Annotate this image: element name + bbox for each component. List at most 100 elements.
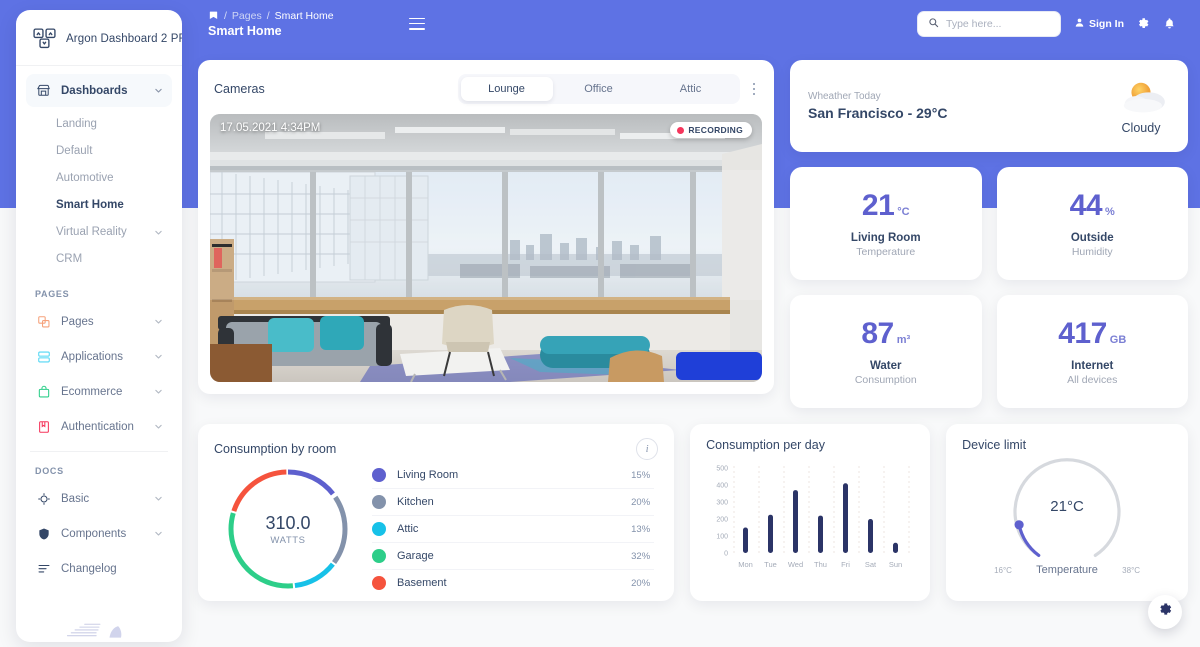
legend-color-swatch	[372, 549, 386, 563]
sidebar-item-automotive[interactable]: Automotive	[26, 165, 172, 191]
cameras-card: Cameras Lounge Office Attic 17.05.2021 4…	[198, 60, 774, 394]
sidebar-item-crm[interactable]: CRM	[26, 246, 172, 272]
stat-unit: m³	[896, 334, 911, 346]
shop-icon	[35, 82, 52, 99]
stat-subtitle: All devices	[1067, 374, 1118, 386]
sidebar-footer-illustration	[16, 608, 182, 642]
x-tick-tue: Tue	[764, 560, 777, 569]
sidebar-item-ecommerce-label: Ecommerce	[61, 385, 123, 398]
tab-office[interactable]: Office	[553, 77, 645, 101]
gauge-axis-labels: 16°C Temperature 38°C	[992, 564, 1142, 576]
stat-name: Water	[869, 360, 902, 372]
sidebar-item-landing-label: Landing	[56, 118, 97, 130]
legend-label: Kitchen	[397, 496, 434, 508]
gear-icon[interactable]	[1137, 17, 1150, 30]
breadcrumb-separator-1: /	[224, 9, 227, 22]
x-tick-mon: Mon	[738, 560, 753, 569]
breadcrumb-separator-2: /	[266, 9, 270, 22]
chevron-down-icon	[154, 494, 163, 503]
settings-fab-button[interactable]	[1148, 595, 1182, 629]
sidebar-item-smart-home[interactable]: Smart Home	[26, 192, 172, 218]
sidebar-item-virtual-reality-label: Virtual Reality	[56, 226, 127, 238]
breadcrumb-current: Smart Home	[274, 9, 334, 22]
sidebar-item-authentication[interactable]: Authentication	[26, 410, 172, 443]
sidebar-item-pages[interactable]: Pages	[26, 305, 172, 338]
gear-icon	[1158, 602, 1173, 622]
legend-color-swatch	[372, 468, 386, 482]
gauge-mid-label: Temperature	[1036, 564, 1098, 576]
search-input[interactable]	[946, 17, 1050, 30]
bar-tue	[768, 514, 774, 553]
x-tick-fri: Fri	[841, 560, 850, 569]
pages-icon	[35, 313, 52, 330]
chevron-down-icon	[154, 422, 163, 431]
breadcrumb: / Pages / Smart Home Smart Home	[198, 10, 334, 38]
bar-fri	[843, 483, 849, 553]
breadcrumb-parent[interactable]: Pages	[232, 10, 262, 22]
stat-card-grid: 21 °C Living Room Temperature 44 % Outsi…	[790, 167, 1188, 408]
recording-label: RECORDING	[688, 125, 743, 135]
x-tick-thu: Thu	[814, 560, 827, 569]
legend-label: Attic	[397, 523, 419, 535]
sidebar-item-dashboards-label: Dashboards	[61, 84, 128, 97]
sidebar-divider	[30, 451, 168, 452]
legend-item-basement: Basement 20%	[372, 570, 654, 596]
y-tick-200: 200	[716, 517, 728, 524]
cameras-title: Cameras	[214, 82, 265, 96]
sidebar-brand[interactable]: Argon Dashboard 2 PRO	[16, 10, 182, 66]
sidebar-brand-label: Argon Dashboard 2 PRO	[66, 32, 182, 45]
legend-percent: 15%	[631, 469, 651, 481]
sidebar-item-basic[interactable]: Basic	[26, 482, 172, 515]
search-icon	[928, 15, 939, 33]
consumption-per-day-title: Consumption per day	[706, 438, 825, 452]
sidebar-item-components[interactable]: Components	[26, 517, 172, 550]
tab-attic[interactable]: Attic	[645, 77, 737, 101]
search-input-wrapper[interactable]	[917, 10, 1061, 37]
sidebar-item-changelog[interactable]: Changelog	[26, 552, 172, 585]
weather-card: Wheather Today San Francisco - 29°C Clou…	[790, 60, 1188, 152]
sidebar-item-ecommerce[interactable]: Ecommerce	[26, 375, 172, 408]
legend-color-swatch	[372, 576, 386, 590]
ecommerce-icon	[35, 383, 52, 400]
stat-value: 417	[1058, 317, 1107, 350]
stat-name: Living Room	[850, 232, 921, 244]
consumption-per-day-header: Consumption per day	[706, 438, 914, 452]
sidebar-item-landing[interactable]: Landing	[26, 111, 172, 137]
sign-in-button[interactable]: Sign In	[1074, 17, 1124, 31]
legend-percent: 20%	[631, 577, 651, 589]
sidebar-item-applications[interactable]: Applications	[26, 340, 172, 373]
y-tick-400: 400	[716, 483, 728, 490]
sidebar-dashboards-sublist: Landing Default Automotive Smart Home Vi…	[26, 109, 172, 277]
camera-tabs: Lounge Office Attic	[457, 74, 740, 104]
sidebar-item-default[interactable]: Default	[26, 138, 172, 164]
row-charts: Consumption by room i 310.0 WATTS Living…	[198, 424, 1188, 601]
chevron-down-icon	[154, 529, 163, 538]
bell-icon[interactable]	[1163, 17, 1176, 30]
legend-color-swatch	[372, 495, 386, 509]
sidebar-item-changelog-label: Changelog	[61, 562, 117, 575]
home-icon[interactable]	[208, 10, 219, 21]
weather-location-temp: San Francisco - 29°C	[808, 105, 948, 121]
y-tick-500: 500	[716, 466, 728, 473]
consumption-by-room-title: Consumption by room	[214, 442, 337, 456]
camera-feed[interactable]: 17.05.2021 4:34PM RECORDING	[210, 114, 762, 382]
gauge-value-label: 21°C	[1050, 498, 1084, 515]
app-root: Argon Dashboard 2 PRO Dashboards	[0, 0, 1200, 647]
sidebar-item-dashboards[interactable]: Dashboards	[26, 74, 172, 107]
stat-card-living-room: 21 °C Living Room Temperature	[790, 167, 982, 280]
info-icon[interactable]: i	[636, 438, 659, 460]
stat-unit: °C	[897, 206, 910, 218]
hamburger-icon[interactable]	[408, 17, 425, 30]
stat-unit: %	[1105, 206, 1115, 218]
cameras-header: Cameras Lounge Office Attic	[198, 60, 774, 114]
sidebar-item-pages-label: Pages	[61, 315, 94, 328]
legend-item-attic: Attic 13%	[372, 516, 655, 543]
chevron-down-icon	[154, 86, 163, 95]
kebab-menu-icon[interactable]	[750, 80, 759, 99]
x-tick-wed: Wed	[788, 560, 803, 569]
argon-logo-icon	[32, 26, 57, 51]
stat-value: 87	[861, 317, 894, 350]
tab-lounge[interactable]: Lounge	[460, 77, 553, 101]
sidebar-item-virtual-reality[interactable]: Virtual Reality	[26, 219, 172, 245]
sidebar-item-authentication-label: Authentication	[61, 420, 134, 433]
